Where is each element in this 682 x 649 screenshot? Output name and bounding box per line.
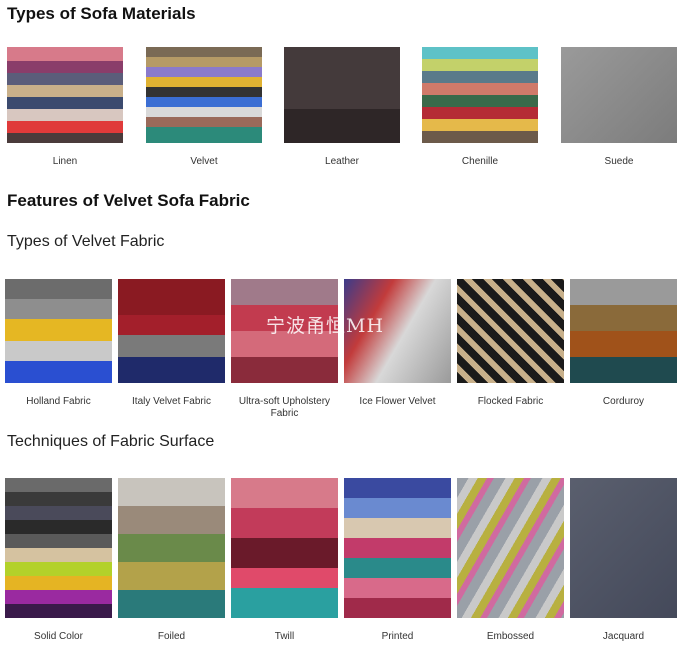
- suede-image[interactable]: [561, 47, 677, 143]
- velvet-type-label: Ice Flower Velvet: [359, 396, 436, 407]
- jacquard-image[interactable]: [570, 478, 677, 618]
- chenille-image[interactable]: [422, 47, 538, 143]
- material-label-suede: Suede: [604, 156, 634, 167]
- leather-image[interactable]: [284, 47, 400, 143]
- technique-label: Solid Color: [34, 631, 83, 642]
- holland-fabric-image[interactable]: [5, 279, 112, 383]
- material-label-leather: Leather: [325, 156, 359, 167]
- techniques-title: Techniques of Fabric Surface: [7, 433, 215, 450]
- technique-label: Twill: [274, 631, 295, 642]
- corduroy-image[interactable]: [570, 279, 677, 383]
- technique-label: Embossed: [486, 631, 535, 642]
- solid-color-image[interactable]: [5, 478, 112, 618]
- material-label-velvet: Velvet: [190, 156, 218, 167]
- velvet-type-label: Holland Fabric: [26, 396, 91, 407]
- material-label-linen: Linen: [52, 156, 78, 167]
- italy-velvet-image[interactable]: [118, 279, 225, 383]
- velvet-type-label: Italy Velvet Fabric: [132, 396, 211, 407]
- velvet-type-label: Corduroy: [602, 396, 645, 407]
- foiled-image[interactable]: [118, 478, 225, 618]
- twill-image[interactable]: [231, 478, 338, 618]
- technique-label: Jacquard: [602, 631, 645, 642]
- technique-label: Foiled: [157, 631, 186, 642]
- watermark-text: 宁波甬恒MH: [266, 315, 385, 337]
- velvet-image[interactable]: [146, 47, 262, 143]
- velvet-features-title: Features of Velvet Sofa Fabric: [7, 191, 250, 210]
- technique-label: Printed: [381, 631, 414, 642]
- velvet-types-title: Types of Velvet Fabric: [7, 233, 165, 250]
- velvet-type-label: Ultra-soft Upholstery Fabric: [238, 396, 331, 419]
- linen-image[interactable]: [7, 47, 123, 143]
- velvet-type-label: Flocked Fabric: [477, 396, 544, 407]
- flocked-fabric-image[interactable]: [457, 279, 564, 383]
- materials-title: Types of Sofa Materials: [7, 4, 196, 23]
- material-label-chenille: Chenille: [461, 156, 499, 167]
- printed-image[interactable]: [344, 478, 451, 618]
- embossed-image[interactable]: [457, 478, 564, 618]
